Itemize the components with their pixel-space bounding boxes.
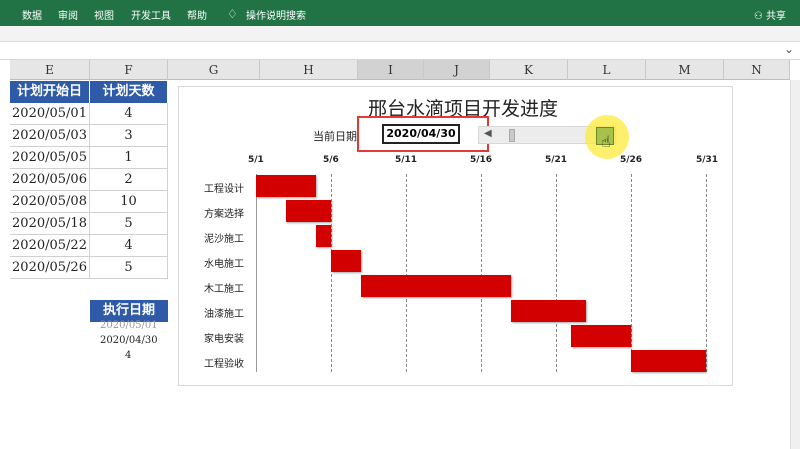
tab-data[interactable]: 数据 [22,7,42,22]
tab-view[interactable]: 视图 [94,7,114,22]
header-days[interactable]: 计划天数 [90,81,168,103]
exec-number-value[interactable]: 4 [125,350,131,361]
gantt-bar[interactable] [631,350,706,372]
exec-ghost-value: 2020/05/01 [100,320,158,331]
tab-developer[interactable]: 开发工具 [131,7,171,22]
col-header-i[interactable]: I [358,60,424,80]
task-label: 工程验收 [204,359,244,370]
tick-label: 5/11 [395,155,418,165]
tick-label: 5/21 [545,155,568,165]
cell-days-8[interactable]: 5 [90,257,168,279]
formula-bar[interactable]: ⌄ [0,42,800,60]
col-header-m[interactable]: M [646,60,724,80]
col-header-e[interactable]: E [10,60,90,80]
share-button[interactable]: ⚇ 共享 [754,7,786,22]
scroll-left-icon[interactable]: ◀ [484,128,492,139]
cell-days-4[interactable]: 2 [90,169,168,191]
current-date-label: 当前日期 [313,130,357,143]
person-icon: ⚇ [753,11,763,22]
cell-start-5[interactable]: 2020/05/08 [10,191,90,213]
vertical-scrollbar[interactable] [790,80,800,449]
scroll-thumb[interactable] [509,129,515,142]
task-label: 方案选择 [204,209,244,220]
task-label: 水电施工 [204,259,244,270]
tab-review[interactable]: 审阅 [58,7,78,22]
tab-help[interactable]: 帮助 [187,7,207,22]
cell-start-1[interactable]: 2020/05/01 [10,103,90,125]
gantt-bar[interactable] [256,175,316,197]
tick-label: 5/26 [620,155,643,165]
cell-start-6[interactable]: 2020/05/18 [10,213,90,235]
task-label: 油漆施工 [204,309,244,320]
col-header-n[interactable]: N [724,60,790,80]
header-start-date[interactable]: 计划开始日 [10,81,90,103]
task-label: 工程设计 [204,184,244,195]
gridline [406,174,407,372]
gridline [481,174,482,372]
cell-days-1[interactable]: 4 [90,103,168,125]
y-axis-line [256,174,257,372]
tick-label: 5/31 [696,155,719,165]
cell-days-5[interactable]: 10 [90,191,168,213]
gridline [331,174,332,372]
col-header-h[interactable]: H [260,60,358,80]
cell-days-6[interactable]: 5 [90,213,168,235]
col-header-f[interactable]: F [90,60,168,80]
hand-cursor-icon: ☝ [601,132,611,151]
gantt-bar[interactable] [286,200,331,222]
chevron-down-icon[interactable]: ⌄ [784,42,794,56]
share-label: 共享 [766,11,786,22]
gantt-bar[interactable] [361,275,511,297]
cell-start-2[interactable]: 2020/05/03 [10,125,90,147]
task-label: 木工施工 [204,284,244,295]
gridline [556,174,557,372]
col-header-j[interactable]: J [424,60,490,80]
col-header-g[interactable]: G [168,60,260,80]
exec-date-value[interactable]: 2020/04/30 [100,335,158,346]
tell-me-search[interactable]: 操作说明搜索 [246,7,306,22]
lightbulb-icon: ♢ [227,7,238,21]
ribbon-collapsed-area [0,26,800,42]
cell-start-8[interactable]: 2020/05/26 [10,257,90,279]
gantt-bar[interactable] [511,300,586,322]
tick-label: 5/1 [248,155,264,165]
cell-start-7[interactable]: 2020/05/22 [10,235,90,257]
cell-days-3[interactable]: 1 [90,147,168,169]
exec-date-label[interactable]: 执行日期 [90,300,168,322]
tick-label: 5/6 [323,155,339,165]
current-date-box[interactable]: 2020/04/30 [382,124,460,144]
col-header-l[interactable]: L [568,60,646,80]
cell-days-2[interactable]: 3 [90,125,168,147]
gantt-bar[interactable] [316,225,331,247]
gridline [631,174,632,372]
cell-start-3[interactable]: 2020/05/05 [10,147,90,169]
col-header-k[interactable]: K [490,60,568,80]
task-label: 家电安装 [204,334,244,345]
ribbon: 数据 审阅 视图 开发工具 帮助 ♢ 操作说明搜索 ⚇ 共享 [0,0,800,26]
gantt-bar[interactable] [571,325,631,347]
task-label: 泥沙施工 [204,234,244,245]
tick-label: 5/16 [470,155,493,165]
gridline [706,174,707,372]
cell-start-4[interactable]: 2020/05/06 [10,169,90,191]
cell-days-7[interactable]: 4 [90,235,168,257]
gantt-bar[interactable] [331,250,361,272]
